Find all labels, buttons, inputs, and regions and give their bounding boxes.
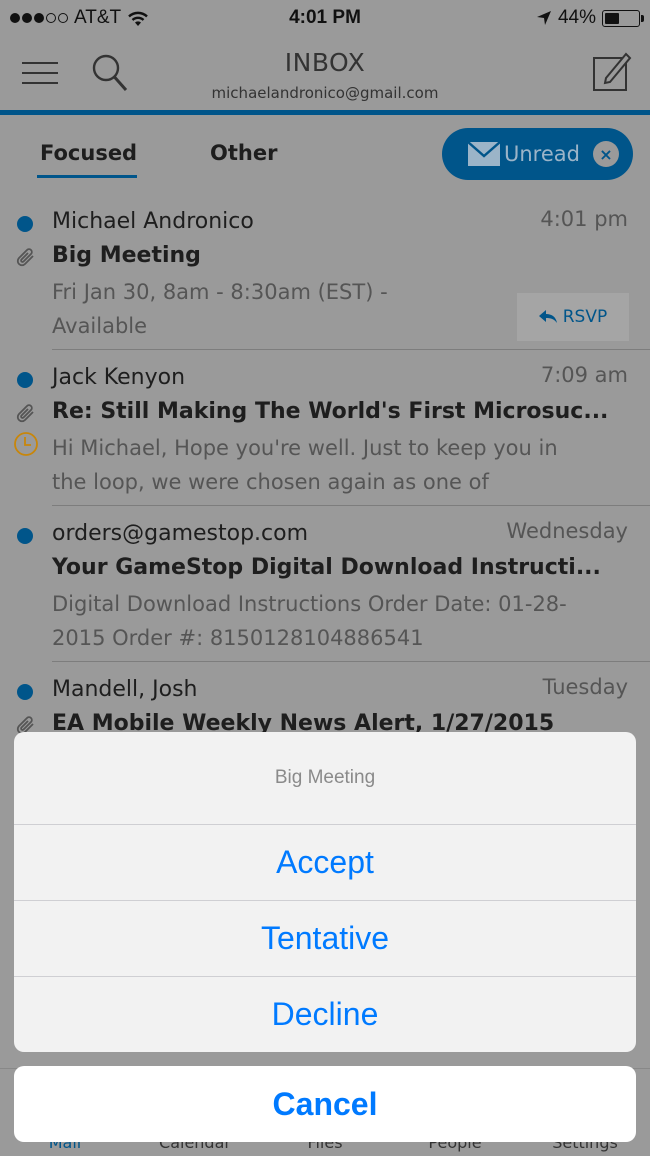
compose-icon[interactable] xyxy=(592,50,632,92)
mail-divider xyxy=(52,349,650,350)
status-bar: AT&T 4:01 PM 44% xyxy=(0,0,650,38)
tab-other[interactable]: Other xyxy=(210,141,277,165)
mail-list-item[interactable]: Michael Andronico 4:01 pm Big Meeting Fr… xyxy=(0,195,650,350)
mail-sender: Mandell, Josh xyxy=(52,677,198,702)
mail-divider xyxy=(52,661,650,662)
accept-button[interactable]: Accept xyxy=(14,824,636,900)
battery-icon xyxy=(602,9,644,27)
rsvp-label: RSVP xyxy=(562,307,608,327)
mail-time: Wednesday xyxy=(506,519,628,543)
mail-list-item[interactable]: Jack Kenyon 7:09 am Re: Still Making The… xyxy=(0,351,650,506)
active-tab-indicator xyxy=(37,175,137,178)
mail-preview: Digital Download Instructions Order Date… xyxy=(52,592,567,650)
mail-divider xyxy=(52,505,650,506)
decline-button[interactable]: Decline xyxy=(14,976,636,1052)
action-sheet-title: Big Meeting xyxy=(274,767,376,788)
paperclip-icon xyxy=(16,248,34,267)
mail-list-item[interactable]: orders@gamestop.com Wednesday Your GameS… xyxy=(0,507,650,662)
account-email: michaelandronico@gmail.com xyxy=(211,84,439,102)
mail-time: 7:09 am xyxy=(540,363,628,387)
unread-filter-pill[interactable]: Unread × xyxy=(442,128,633,180)
rsvp-action-sheet: Big Meeting Accept Tentative Decline xyxy=(14,732,636,1052)
rsvp-button[interactable]: RSVP xyxy=(517,293,629,341)
mail-subject: Re: Still Making The World's First Micro… xyxy=(52,399,609,424)
location-arrow-icon xyxy=(536,11,551,25)
mail-preview: Hi Michael, Hope you're well. Just to ke… xyxy=(52,436,558,494)
mail-subject: Big Meeting xyxy=(52,243,201,268)
clear-filter-button[interactable]: × xyxy=(593,141,619,167)
unread-indicator xyxy=(17,372,33,388)
tab-focused[interactable]: Focused xyxy=(40,141,137,165)
envelope-icon xyxy=(468,142,500,166)
paperclip-icon xyxy=(16,404,34,423)
battery-percent: 44% xyxy=(557,7,596,28)
unread-indicator xyxy=(17,528,33,544)
inbox-header: INBOX michaelandronico@gmail.com xyxy=(0,38,650,110)
mail-sender: orders@gamestop.com xyxy=(52,521,309,546)
mail-time: 4:01 pm xyxy=(540,207,628,231)
mail-time: Tuesday xyxy=(542,675,628,699)
unread-filter-label: Unread xyxy=(504,142,580,166)
reply-arrow-icon xyxy=(538,310,557,323)
filter-bar: Focused Other Unread × xyxy=(0,115,650,195)
mail-sender: Michael Andronico xyxy=(52,209,254,234)
tentative-button[interactable]: Tentative xyxy=(14,900,636,976)
scheduled-clock-icon xyxy=(14,432,38,456)
unread-indicator xyxy=(17,216,33,232)
unread-indicator xyxy=(17,684,33,700)
mail-preview: Fri Jan 30, 8am - 8:30am (EST) - Availab… xyxy=(52,280,388,338)
mail-list-item[interactable]: Mandell, Josh Tuesday EA Mobile Weekly N… xyxy=(0,663,650,743)
cancel-button[interactable]: Cancel xyxy=(14,1066,636,1142)
mail-subject: Your GameStop Digital Download Instructi… xyxy=(52,555,601,580)
mail-sender: Jack Kenyon xyxy=(52,365,186,390)
page-title: INBOX xyxy=(284,48,366,77)
